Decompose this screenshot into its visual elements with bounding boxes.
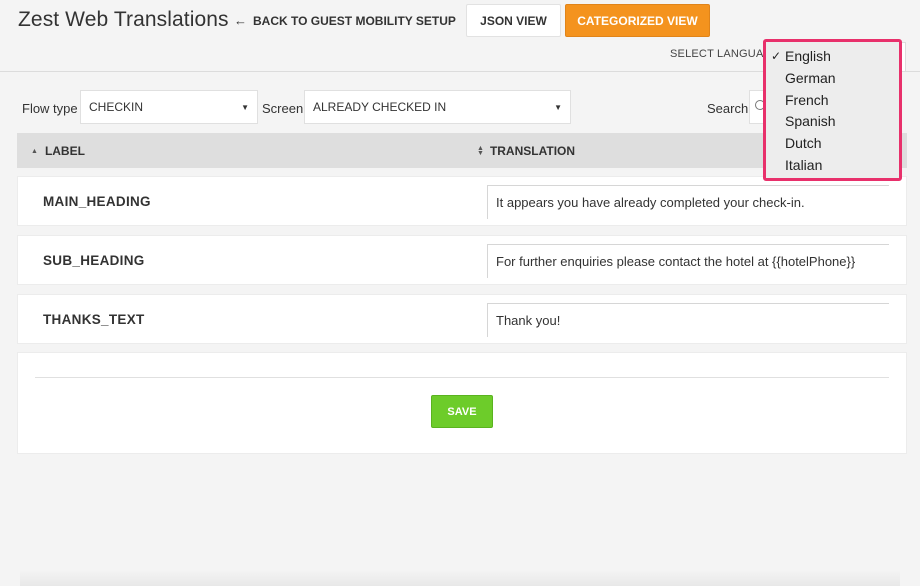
row-key: THANKS_TEXT [43, 312, 145, 327]
sort-icon: ▲ ▼ [477, 145, 484, 157]
screen-select[interactable]: ALREADY CHECKED IN ▼ [304, 90, 571, 124]
translation-column-title: TRANSLATION [489, 144, 576, 158]
table-row: MAIN_HEADING It appears you have already… [17, 176, 907, 226]
caret-down-icon: ▼ [554, 103, 562, 112]
divider [35, 377, 889, 378]
search-label: Search [707, 101, 749, 116]
screen-value: ALREADY CHECKED IN [313, 100, 447, 114]
translation-input[interactable]: Thank you! [487, 303, 889, 337]
table-row: SUB_HEADING For further enquiries please… [17, 235, 907, 285]
back-to-guest-mobility-link[interactable]: ← BACK TO GUEST MOBILITY SETUP [234, 13, 456, 28]
label-column-header[interactable]: ▲ LABEL [31, 144, 85, 158]
language-option-label: German [785, 69, 836, 86]
save-button[interactable]: SAVE [431, 395, 493, 428]
language-dropdown-menu: ✓ English German French Spanish Dutch It… [763, 39, 902, 181]
table-row: THANKS_TEXT Thank you! [17, 294, 907, 344]
language-option-label: French [785, 91, 829, 108]
language-option-label: Dutch [785, 135, 822, 152]
flow-type-select[interactable]: CHECKIN ▼ [80, 90, 258, 124]
bottom-shadow [20, 570, 900, 586]
sort-asc-icon: ▲ [31, 147, 38, 155]
app-title: Zest Web Translations [18, 8, 229, 31]
language-option-spanish[interactable]: Spanish [766, 111, 899, 133]
language-option-dutch[interactable]: Dutch [766, 133, 899, 155]
label-column-title: LABEL [44, 144, 85, 158]
back-link-label: BACK TO GUEST MOBILITY SETUP [253, 13, 456, 28]
language-option-french[interactable]: French [766, 90, 899, 112]
language-option-german[interactable]: German [766, 68, 899, 90]
left-arrow-icon: ← [234, 13, 247, 28]
translation-input[interactable]: It appears you have already completed yo… [487, 185, 889, 219]
row-key: MAIN_HEADING [43, 194, 151, 209]
translation-input[interactable]: For further enquiries please contact the… [487, 244, 889, 278]
screen-label: Screen [262, 101, 304, 116]
checkmark-icon: ✓ [771, 49, 782, 63]
translation-column-header[interactable]: ▲ ▼ TRANSLATION [477, 144, 575, 158]
flow-type-value: CHECKIN [89, 100, 144, 114]
categorized-view-button[interactable]: CATEGORIZED VIEW [565, 4, 710, 37]
row-key: SUB_HEADING [43, 253, 145, 268]
language-option-label: English [785, 48, 831, 64]
json-view-button[interactable]: JSON VIEW [466, 4, 561, 37]
caret-down-icon: ▼ [241, 103, 249, 112]
language-option-label: Spanish [785, 113, 836, 130]
language-option-italian[interactable]: Italian [766, 155, 899, 177]
flow-type-label: Flow type [22, 101, 78, 116]
save-panel: SAVE [17, 352, 907, 454]
language-option-label: Italian [785, 156, 823, 173]
language-option-english[interactable]: ✓ English [766, 46, 899, 68]
